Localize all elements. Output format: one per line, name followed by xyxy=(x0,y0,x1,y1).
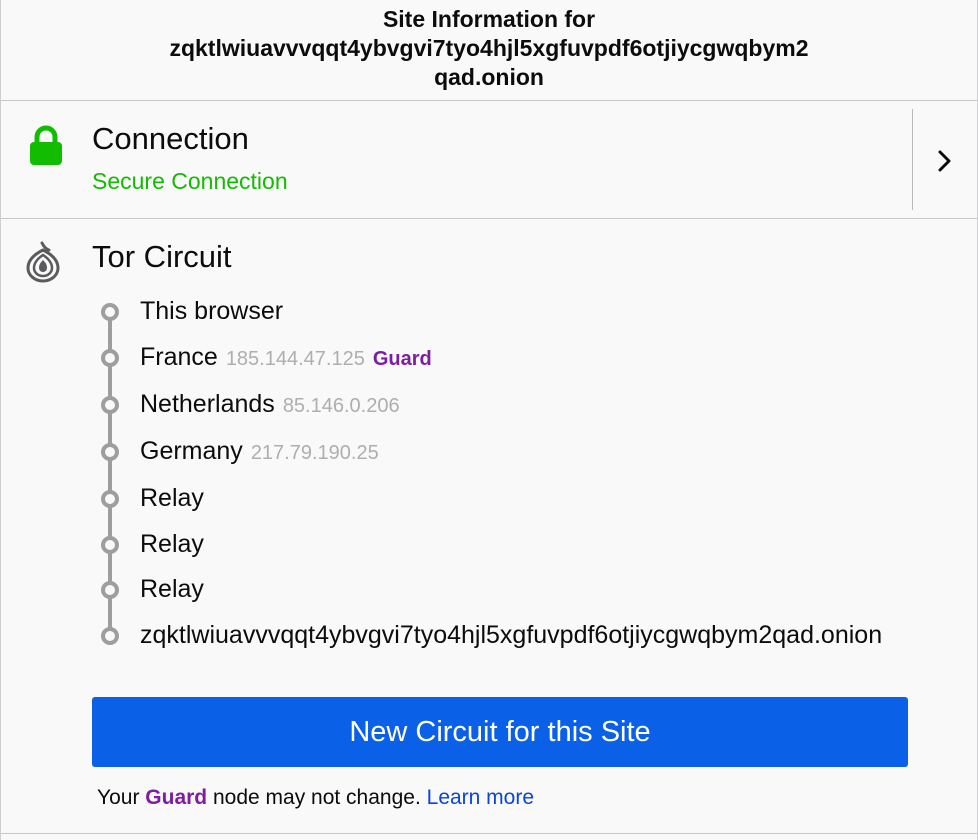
hop-ip: 85.146.0.206 xyxy=(282,395,400,417)
guard-note-guard-word: Guard xyxy=(145,786,208,809)
circuit-node-icon xyxy=(101,443,119,461)
learn-more-link[interactable]: Learn more xyxy=(427,786,534,809)
connection-divider xyxy=(912,109,913,210)
hop-name: Germany xyxy=(140,437,243,465)
circuit-node-icon xyxy=(101,490,119,508)
circuit-hop: Relay xyxy=(140,574,204,604)
connection-section[interactable]: Connection Secure Connection xyxy=(1,101,977,219)
guard-badge: Guard xyxy=(372,348,432,370)
header-title-line1: Site Information for xyxy=(382,6,596,32)
circuit-node-icon xyxy=(101,627,119,645)
hop-name: Relay xyxy=(140,530,204,558)
site-info-panel: Site Information for zqktlwiuavvvqqt4ybv… xyxy=(0,0,978,840)
circuit-node-icon xyxy=(101,396,119,414)
hop-name: This browser xyxy=(140,297,284,325)
header-title-line3: qad.onion xyxy=(434,64,544,90)
circuit-node-icon xyxy=(101,581,119,599)
circuit-node-icon xyxy=(101,303,119,321)
connection-status: Secure Connection xyxy=(92,168,288,194)
hop-name: zqktlwiuavvvqqt4ybvgvi7tyo4hjl5xgfuvpdf6… xyxy=(140,621,883,649)
circuit-node-icon xyxy=(101,536,119,554)
hop-name: Relay xyxy=(140,575,204,603)
hop-ip: 217.79.190.25 xyxy=(250,442,379,464)
footer-divider xyxy=(1,833,977,834)
guard-note-prefix: Your xyxy=(97,786,140,809)
guard-note-suffix: node may not change. xyxy=(212,786,421,809)
circuit-hop: zqktlwiuavvvqqt4ybvgvi7tyo4hjl5xgfuvpdf6… xyxy=(140,620,882,650)
circuit-node-icon xyxy=(101,349,119,367)
guard-note: Your Guard node may not change. Learn mo… xyxy=(97,785,534,811)
connection-title: Connection xyxy=(92,121,249,156)
hop-name: France xyxy=(140,343,218,371)
circuit-hop: This browser xyxy=(140,296,283,326)
tor-circuit-title: Tor Circuit xyxy=(92,239,232,274)
chevron-right-icon[interactable] xyxy=(937,149,953,178)
lock-icon xyxy=(28,125,64,172)
hop-name: Relay xyxy=(140,484,204,512)
circuit-hop: France 185.144.47.125 Guard xyxy=(140,342,432,374)
onion-icon xyxy=(25,241,61,288)
hop-name: Netherlands xyxy=(140,390,275,418)
hop-ip: 185.144.47.125 xyxy=(225,348,365,370)
header-title-line2: zqktlwiuavvvqqt4ybvgvi7tyo4hjl5xgfuvpdf6… xyxy=(169,35,809,61)
panel-header: Site Information for zqktlwiuavvvqqt4ybv… xyxy=(1,0,977,101)
circuit-hop: Germany 217.79.190.25 xyxy=(140,436,379,468)
new-circuit-button[interactable]: New Circuit for this Site xyxy=(92,697,908,767)
circuit-hop: Relay xyxy=(140,483,204,513)
circuit-hop: Netherlands 85.146.0.206 xyxy=(140,389,400,421)
circuit-hop: Relay xyxy=(140,529,204,559)
